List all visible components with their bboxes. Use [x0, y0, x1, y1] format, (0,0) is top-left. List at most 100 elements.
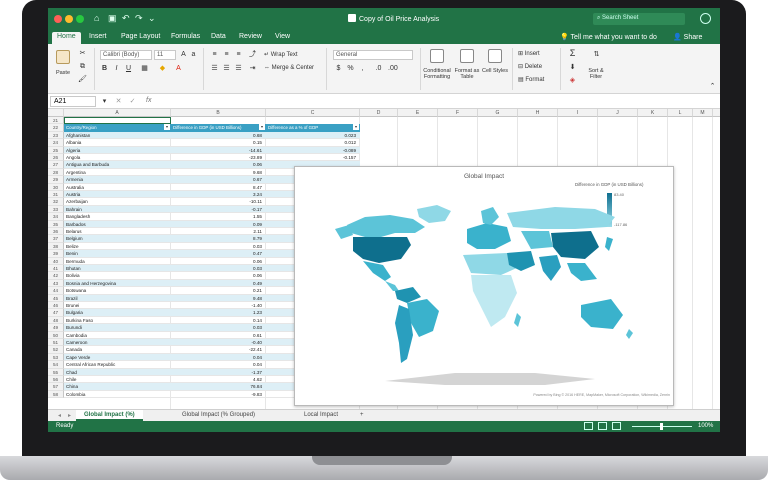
smiley-feedback-icon[interactable]	[700, 13, 711, 24]
wrap-text-button[interactable]: ↵ Wrap Text	[264, 51, 298, 58]
sheet-tab-global-impact-pct[interactable]: Global Impact (%)	[76, 410, 143, 421]
filter-dropdown-icon[interactable]: ▾	[164, 124, 170, 131]
table-cell[interactable]: -9.83	[171, 391, 266, 399]
table-cell[interactable]: Argentina	[64, 169, 171, 177]
table-cell[interactable]: Bulgaria	[64, 309, 171, 317]
font-name-select[interactable]: Calibri (Body)	[100, 50, 152, 60]
row-header[interactable]: 47	[48, 309, 64, 317]
tab-data[interactable]: Data	[206, 32, 231, 41]
table-cell[interactable]: Angola	[64, 154, 171, 162]
column-header[interactable]: L	[668, 109, 693, 117]
column-header[interactable]: C	[266, 109, 360, 117]
active-cell-a21[interactable]	[64, 117, 171, 125]
row-header[interactable]: 45	[48, 294, 64, 302]
select-all-corner[interactable]	[48, 109, 64, 117]
page-layout-view-icon[interactable]	[598, 422, 607, 430]
increase-decimal-icon[interactable]: .0	[374, 64, 383, 73]
filter-dropdown-icon[interactable]: ▾	[259, 124, 265, 131]
table-cell[interactable]: 0.04	[171, 361, 266, 369]
table-cell[interactable]: Albania	[64, 139, 171, 147]
table-cell[interactable]: -14.61	[171, 146, 266, 154]
zoom-level[interactable]: 100%	[698, 423, 713, 429]
tab-home[interactable]: Home	[52, 32, 81, 44]
row-header[interactable]: 41	[48, 265, 64, 273]
table-cell[interactable]: 0.67	[171, 176, 266, 184]
insert-cells-button[interactable]: ⊞ Insert	[518, 50, 540, 57]
table-cell[interactable]: Burundi	[64, 324, 171, 332]
table-cell[interactable]: 76.84	[171, 383, 266, 391]
page-break-view-icon[interactable]	[612, 422, 621, 430]
align-top-icon[interactable]: ≡	[210, 50, 219, 59]
table-cell[interactable]: 0.012	[266, 139, 360, 147]
add-sheet-icon[interactable]: +	[352, 410, 372, 421]
currency-icon[interactable]: $	[334, 64, 343, 73]
row-header[interactable]: 56	[48, 376, 64, 384]
normal-view-icon[interactable]	[584, 422, 593, 430]
table-cell[interactable]: Armenia	[64, 176, 171, 184]
align-center-icon[interactable]: ☰	[222, 64, 231, 73]
tab-insert[interactable]: Insert	[84, 32, 112, 41]
collapse-ribbon-icon[interactable]: ⌃	[708, 82, 717, 91]
increase-font-icon[interactable]: A	[179, 50, 188, 59]
tab-review[interactable]: Review	[234, 32, 267, 41]
table-cell[interactable]: 0.04	[171, 353, 266, 362]
table-cell[interactable]: 8.79	[171, 235, 266, 243]
row-header[interactable]: 27	[48, 161, 64, 169]
table-cell[interactable]: Burkina Faso	[64, 317, 171, 325]
table-cell[interactable]: Australia	[64, 184, 171, 191]
row-header[interactable]: 49	[48, 324, 64, 332]
table-cell[interactable]: Belize	[64, 243, 171, 251]
table-cell[interactable]: Chile	[64, 376, 171, 384]
table-cell[interactable]: 1.23	[171, 309, 266, 317]
table-cell[interactable]: 0.03	[171, 324, 266, 332]
table-header-cell[interactable]: Difference in GDP (in USD Billions) ▾	[171, 124, 266, 132]
sort-filter-icon[interactable]: ⇅	[592, 50, 601, 59]
table-cell[interactable]: -10.11	[171, 198, 266, 206]
orientation-icon[interactable]: ⤴	[248, 50, 257, 59]
table-cell[interactable]: -22.41	[171, 346, 266, 354]
table-header-cell[interactable]: Country/Region ▾	[64, 124, 171, 132]
align-left-icon[interactable]: ☰	[210, 64, 219, 73]
filter-dropdown-icon[interactable]: ▾	[353, 124, 359, 131]
row-header[interactable]: 53	[48, 353, 64, 362]
table-cell[interactable]: 4.62	[171, 376, 266, 384]
row-header[interactable]: 43	[48, 279, 64, 288]
row-header[interactable]: 32	[48, 198, 64, 206]
cell-styles-icon[interactable]	[488, 49, 502, 63]
row-header[interactable]: 34	[48, 213, 64, 221]
tab-view[interactable]: View	[270, 32, 295, 41]
table-cell[interactable]: 0.14	[171, 317, 266, 325]
table-cell[interactable]: Bhutan	[64, 265, 171, 273]
fill-color-icon[interactable]: ◆	[158, 64, 167, 73]
row-header[interactable]: 50	[48, 331, 64, 339]
italic-button[interactable]: I	[112, 64, 121, 73]
column-header[interactable]: M	[693, 109, 713, 117]
row-header[interactable]: 29	[48, 176, 64, 184]
underline-button[interactable]: U	[124, 64, 133, 73]
paste-icon[interactable]	[56, 50, 70, 64]
row-header[interactable]: 26	[48, 154, 64, 162]
row-header[interactable]: 36	[48, 228, 64, 236]
fx-icon[interactable]: fx	[146, 97, 151, 104]
tell-me-search[interactable]: 💡 Tell me what you want to do	[560, 33, 657, 41]
font-color-icon[interactable]: A	[174, 64, 183, 73]
table-cell[interactable]: Azerbaijan	[64, 198, 171, 206]
row-header[interactable]: 37	[48, 235, 64, 243]
row-header[interactable]: 25	[48, 146, 64, 154]
table-cell[interactable]: Benin	[64, 250, 171, 258]
conditional-formatting-icon[interactable]	[430, 49, 444, 63]
table-cell[interactable]: -23.89	[171, 154, 266, 162]
table-cell[interactable]: 0.61	[171, 332, 266, 339]
copy-icon[interactable]: ⧉	[78, 62, 87, 71]
table-cell[interactable]: Bosnia and Herzegovina	[64, 279, 171, 288]
decrease-decimal-icon[interactable]: .00	[388, 64, 398, 73]
row-header[interactable]: 22	[48, 124, 64, 132]
format-cells-button[interactable]: ▤ Format	[518, 76, 544, 83]
align-middle-icon[interactable]: ≡	[222, 50, 231, 59]
number-format-select[interactable]: General	[333, 50, 413, 60]
undo-icon[interactable]: ↶	[122, 13, 130, 24]
comma-style-icon[interactable]: ,	[358, 64, 367, 73]
home-icon[interactable]: ⌂	[94, 13, 99, 23]
table-cell[interactable]: 0.21	[171, 287, 266, 295]
table-cell[interactable]: 9.48	[171, 294, 266, 302]
